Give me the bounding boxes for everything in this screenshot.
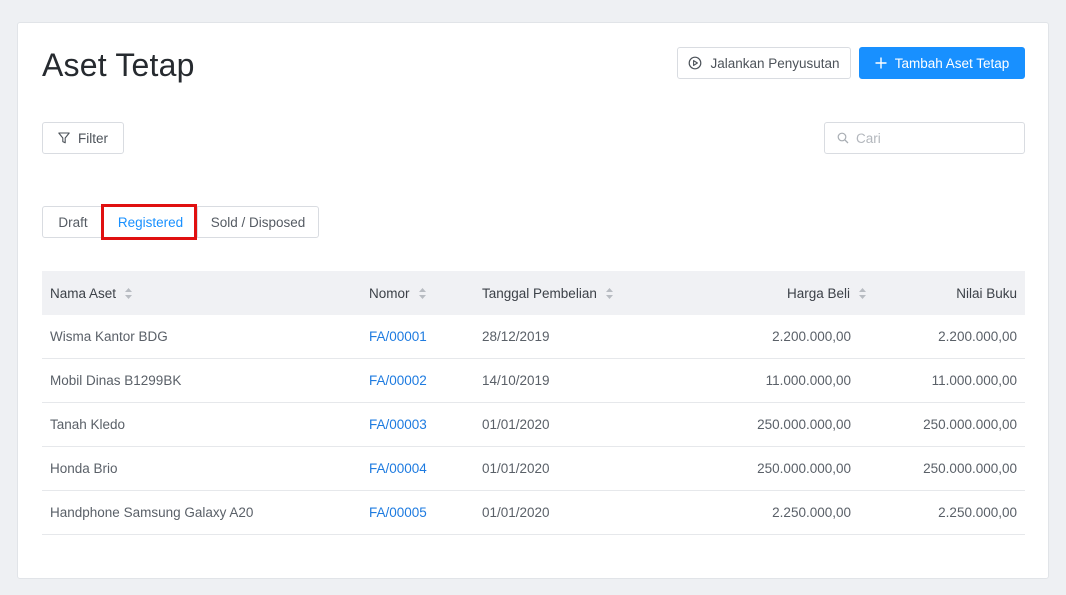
sort-icon[interactable] <box>858 287 867 300</box>
tab-draft[interactable]: Draft <box>42 206 104 238</box>
column-header-number[interactable]: Nomor <box>369 286 427 301</box>
asset-number-link[interactable]: FA/00002 <box>369 373 427 388</box>
column-header-name[interactable]: Nama Aset <box>50 286 133 301</box>
search-icon <box>837 132 849 144</box>
column-header-purchase-price[interactable]: Harga Beli <box>787 286 867 301</box>
purchase-date: 01/01/2020 <box>482 461 550 476</box>
add-asset-button[interactable]: Tambah Aset Tetap <box>859 47 1025 79</box>
add-asset-label: Tambah Aset Tetap <box>894 55 1010 71</box>
column-header-purchase-date[interactable]: Tanggal Pembelian <box>482 286 614 301</box>
plus-icon <box>875 57 887 69</box>
table-header: Nama Aset Nomor Tanggal Pembelian Harga … <box>42 271 1025 315</box>
funnel-icon <box>58 132 70 144</box>
run-depreciation-button[interactable]: Jalankan Penyusutan <box>677 47 851 79</box>
purchase-date: 01/01/2020 <box>482 417 550 432</box>
assets-table: Nama Aset Nomor Tanggal Pembelian Harga … <box>42 271 1025 535</box>
search-box[interactable] <box>824 122 1025 154</box>
purchase-date: 01/01/2020 <box>482 505 550 520</box>
asset-number-link[interactable]: FA/00005 <box>369 505 427 520</box>
column-header-book-value: Nilai Buku <box>956 286 1017 301</box>
play-circle-icon <box>688 56 702 70</box>
filter-label: Filter <box>78 130 108 146</box>
purchase-date: 28/12/2019 <box>482 329 550 344</box>
asset-name: Honda Brio <box>50 461 118 476</box>
tab-registered[interactable]: Registered <box>103 206 198 238</box>
book-value: 250.000.000,00 <box>923 417 1017 432</box>
table-row[interactable]: Mobil Dinas B1299BK FA/00002 14/10/2019 … <box>42 359 1025 403</box>
asset-number-link[interactable]: FA/00004 <box>369 461 427 476</box>
run-depreciation-label: Jalankan Penyusutan <box>710 55 840 71</box>
purchase-price: 2.200.000,00 <box>772 329 851 344</box>
asset-name: Wisma Kantor BDG <box>50 329 168 344</box>
column-label: Nilai Buku <box>956 285 1017 301</box>
tab-sold-disposed[interactable]: Sold / Disposed <box>197 206 319 238</box>
book-value: 2.200.000,00 <box>938 329 1017 344</box>
sort-icon[interactable] <box>124 287 133 300</box>
filter-button[interactable]: Filter <box>42 122 124 154</box>
table-row[interactable]: Honda Brio FA/00004 01/01/2020 250.000.0… <box>42 447 1025 491</box>
purchase-price: 250.000.000,00 <box>757 461 851 476</box>
purchase-date: 14/10/2019 <box>482 373 550 388</box>
book-value: 250.000.000,00 <box>923 461 1017 476</box>
table-row[interactable]: Handphone Samsung Galaxy A20 FA/00005 01… <box>42 491 1025 535</box>
asset-name: Mobil Dinas B1299BK <box>50 373 182 388</box>
column-label: Tanggal Pembelian <box>482 285 597 301</box>
table-row[interactable]: Tanah Kledo FA/00003 01/01/2020 250.000.… <box>42 403 1025 447</box>
book-value: 2.250.000,00 <box>938 505 1017 520</box>
column-label: Nomor <box>369 285 410 301</box>
table-row[interactable]: Wisma Kantor BDG FA/00001 28/12/2019 2.2… <box>42 315 1025 359</box>
purchase-price: 250.000.000,00 <box>757 417 851 432</box>
status-tabs: Draft Registered Sold / Disposed <box>42 206 319 238</box>
sort-icon[interactable] <box>605 287 614 300</box>
book-value: 11.000.000,00 <box>931 373 1017 388</box>
sort-icon[interactable] <box>418 287 427 300</box>
asset-name: Tanah Kledo <box>50 417 126 432</box>
fixed-assets-card: Aset Tetap Jalankan Penyusutan Tambah As… <box>17 22 1049 579</box>
asset-name: Handphone Samsung Galaxy A20 <box>50 505 254 520</box>
search-input[interactable] <box>856 130 1016 146</box>
asset-number-link[interactable]: FA/00003 <box>369 417 427 432</box>
column-label: Harga Beli <box>786 285 850 301</box>
asset-number-link[interactable]: FA/00001 <box>369 329 427 344</box>
column-label: Nama Aset <box>50 285 117 301</box>
purchase-price: 11.000.000,00 <box>765 373 851 388</box>
purchase-price: 2.250.000,00 <box>772 505 851 520</box>
page-title: Aset Tetap <box>42 47 195 83</box>
